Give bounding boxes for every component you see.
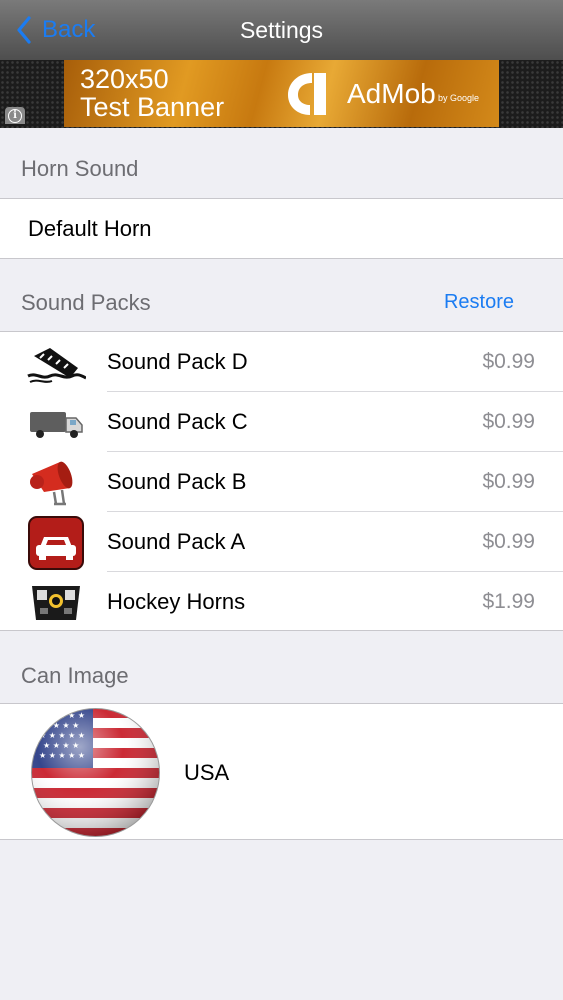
can-image-cell[interactable]: ★ ★ ★ ★ ★ ★ ★ ★ ★ ★ ★ ★ ★ ★ ★ ★ ★ ★ ★ ★ … [0, 704, 563, 838]
list-item[interactable]: Sound Pack D $0.99 [0, 332, 563, 392]
list-item[interactable]: Sound Pack B $0.99 [0, 452, 563, 512]
sound-pack-price[interactable]: $0.99 [482, 350, 535, 374]
default-horn-cell[interactable]: Default Horn [0, 199, 563, 259]
sound-pack-name: Sound Pack C [107, 409, 248, 434]
sound-pack-name: Sound Pack D [107, 349, 248, 374]
horn-sound-title: Horn Sound [21, 156, 139, 181]
sound-pack-price[interactable]: $1.99 [482, 590, 535, 614]
navigation-bar: Back Settings [0, 0, 563, 60]
default-horn-label: Default Horn [28, 216, 152, 241]
ad-line1: 320x50 [80, 64, 169, 94]
sound-pack-price[interactable]: $0.99 [482, 530, 535, 554]
page-title: Settings [239, 17, 324, 43]
list-item[interactable]: Hockey Horns $1.99 [0, 572, 563, 632]
sound-pack-price[interactable]: $0.99 [482, 410, 535, 434]
ad-info-icon[interactable]: i [5, 107, 25, 124]
scoreboard-icon [32, 586, 80, 620]
ad-text: 320x50 Test Banner [80, 65, 224, 121]
ad-line2: Test Banner [80, 92, 225, 122]
sound-packs-list: Sound Pack D $0.99 Sound Pack C $0.99 So… [0, 331, 563, 631]
sound-pack-name: Hockey Horns [107, 589, 246, 614]
sound-pack-price[interactable]: $0.99 [482, 470, 535, 494]
sound-packs-title: Sound Packs [21, 290, 151, 315]
can-image-group: ★ ★ ★ ★ ★ ★ ★ ★ ★ ★ ★ ★ ★ ★ ★ ★ ★ ★ ★ ★ … [0, 703, 563, 840]
list-item[interactable]: Sound Pack C $0.99 [0, 392, 563, 452]
ad-by-google: by Google [438, 93, 480, 103]
usa-flag-icon: ★ ★ ★ ★ ★ ★ ★ ★ ★ ★ ★ ★ ★ ★ ★ ★ ★ ★ ★ ★ … [31, 708, 160, 837]
sound-pack-name: Sound Pack A [107, 529, 246, 554]
car-icon [28, 516, 84, 570]
horn-sound-group: Default Horn [0, 198, 563, 259]
horn-sound-header: Horn Sound [0, 128, 563, 200]
ad-brand: AdMob [347, 78, 436, 109]
admob-logo-icon [288, 73, 326, 115]
ad-banner[interactable]: 320x50 Test Banner AdMob by Google [64, 60, 499, 127]
truck-icon [30, 412, 83, 438]
restore-button[interactable]: Restore [444, 291, 514, 314]
list-item[interactable]: Sound Pack A $0.99 [0, 512, 563, 572]
can-image-header: Can Image [0, 631, 563, 703]
sound-packs-header: Sound Packs Restore [0, 259, 563, 331]
sound-pack-name: Sound Pack B [107, 469, 247, 494]
megaphone-icon [30, 461, 73, 506]
can-image-title: Can Image [21, 663, 129, 688]
can-image-label: USA [184, 760, 230, 785]
sinking-ship-icon [27, 348, 86, 383]
